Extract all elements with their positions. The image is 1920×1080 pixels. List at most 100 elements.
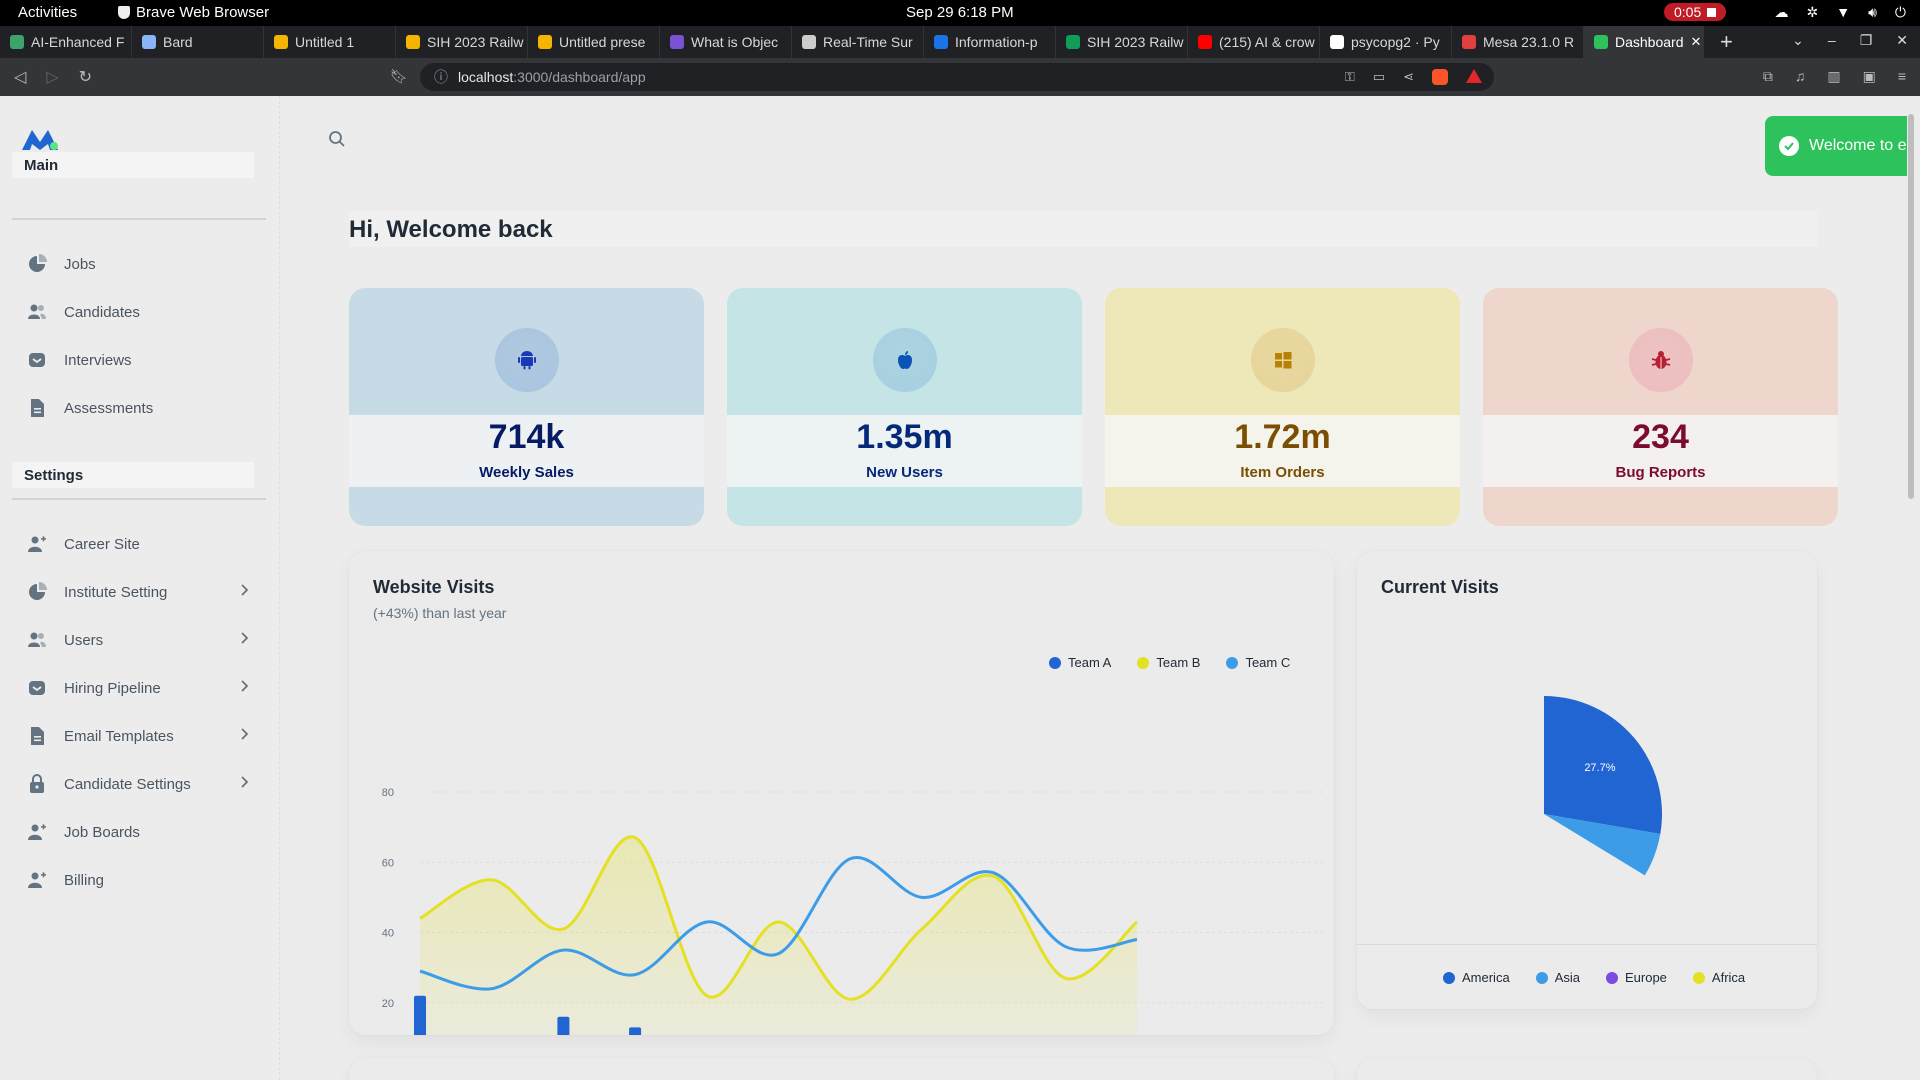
- browser-tab[interactable]: Untitled prese: [528, 26, 660, 58]
- browser-tab[interactable]: Real-Time Sur: [792, 26, 924, 58]
- scrollbar-thumb[interactable]: [1908, 114, 1914, 499]
- bookmark-icon[interactable]: 🔖︎: [390, 68, 408, 85]
- chevron-right-icon: [240, 583, 250, 601]
- sidebar-toggle-icon[interactable]: ▥: [1827, 68, 1840, 85]
- search-button[interactable]: [328, 130, 346, 153]
- reload-icon[interactable]: ↻: [79, 67, 92, 87]
- screen-recording-indicator[interactable]: 0:05: [1664, 3, 1727, 21]
- minimize-icon[interactable]: –: [1828, 32, 1836, 49]
- tab-title: Untitled 1: [295, 34, 355, 50]
- sidebar-item-label: Users: [64, 631, 104, 649]
- forward-icon[interactable]: ▷: [46, 67, 58, 87]
- url-path: :3000/dashboard/app: [513, 69, 646, 85]
- chevron-right-icon: [240, 631, 250, 649]
- tab-favicon-icon: [10, 35, 24, 49]
- sidebar-item-users[interactable]: Users: [12, 620, 266, 660]
- browser-tab[interactable]: SIH 2023 Railw: [396, 26, 528, 58]
- sidebar-item-label: Career Site: [64, 535, 140, 553]
- sidebar-item-billing[interactable]: Billing: [12, 860, 266, 900]
- tab-title: Untitled prese: [559, 34, 646, 50]
- person-add-icon: [26, 821, 48, 843]
- brave-rewards-icon[interactable]: [1466, 69, 1482, 83]
- legend-item[interactable]: America: [1443, 970, 1510, 985]
- tab-favicon-icon: [1066, 35, 1080, 49]
- inbox-icon: [26, 349, 48, 371]
- clock[interactable]: Sep 29 6:18 PM: [906, 4, 1014, 21]
- close-window-icon[interactable]: ✕: [1896, 32, 1908, 49]
- browser-tab[interactable]: Mesa 23.1.0 R: [1452, 26, 1584, 58]
- sidebar-item-job-boards[interactable]: Job Boards: [12, 812, 266, 852]
- stat-card-weekly-sales: 714k Weekly Sales: [349, 288, 704, 526]
- tab-favicon-icon: [274, 35, 288, 49]
- pie-chart-icon: [26, 581, 48, 603]
- browser-tab[interactable]: psycopg2 · Py: [1320, 26, 1452, 58]
- browser-tab[interactable]: SIH 2023 Railw: [1056, 26, 1188, 58]
- android-icon: [495, 328, 559, 392]
- system-tray[interactable]: ☁ ✲ ▼ 🔊︎ ⏻: [1775, 4, 1907, 21]
- media-icon[interactable]: ♫: [1795, 68, 1806, 85]
- tab-search-icon[interactable]: ⌄: [1792, 32, 1804, 49]
- person-add-icon: [26, 533, 48, 555]
- menu-icon[interactable]: ≡: [1898, 68, 1906, 85]
- sidebar-item-institute-setting[interactable]: Institute Setting: [12, 572, 266, 612]
- site-info-icon[interactable]: ⓘ: [434, 67, 448, 87]
- browser-tab[interactable]: What is Objec: [660, 26, 792, 58]
- new-tab-button[interactable]: +: [1720, 29, 1733, 55]
- sidebar-item-career-site[interactable]: Career Site: [12, 524, 266, 564]
- close-tab-icon[interactable]: ✕: [1691, 34, 1702, 50]
- chevron-right-icon: [240, 727, 250, 745]
- current-visits-card: Current Visits 27.7% America Asia Europe Af…: [1357, 551, 1817, 1009]
- tab-favicon-icon: [142, 35, 156, 49]
- section-settings-title: Settings: [12, 462, 254, 488]
- activities-button[interactable]: Activities: [18, 4, 77, 21]
- recording-time: 0:05: [1674, 4, 1702, 20]
- sidebar-item-jobs[interactable]: Jobs: [12, 244, 266, 284]
- share-icon[interactable]: ⋖: [1403, 69, 1414, 85]
- cast-icon[interactable]: ▭: [1373, 69, 1385, 85]
- document-icon: [26, 397, 48, 419]
- document-icon: [26, 725, 48, 747]
- sidebar-item-label: Assessments: [64, 399, 154, 417]
- sidebar-item-hiring-pipeline[interactable]: Hiring Pipeline: [12, 668, 266, 708]
- sidebar-item-candidates[interactable]: Candidates: [12, 292, 266, 332]
- wallet-icon[interactable]: ▣: [1863, 68, 1876, 85]
- tab-title: SIH 2023 Railw: [1087, 34, 1184, 50]
- legend-item[interactable]: Africa: [1692, 970, 1745, 985]
- brave-shields-icon[interactable]: [1432, 69, 1448, 85]
- website-visits-chart: 0204060802003Feb '03Mar '03Apr '03May '0…: [382, 787, 1323, 1035]
- page-scrollbar[interactable]: [1906, 96, 1916, 1080]
- current-visits-pie-chart: 27.7%: [1544, 696, 1662, 876]
- sidebar-item-assessments[interactable]: Assessments: [12, 388, 266, 428]
- sidebar-item-interviews[interactable]: Interviews: [12, 340, 266, 380]
- tab-title: (215) AI & crow: [1219, 34, 1315, 50]
- bar-team-a: [629, 1027, 642, 1035]
- legend-item[interactable]: Asia: [1535, 970, 1580, 985]
- app-menu[interactable]: Brave Web Browser: [118, 4, 269, 21]
- sidebar-item-candidate-settings[interactable]: Candidate Settings: [12, 764, 266, 804]
- logo-icon: [22, 130, 58, 150]
- restore-icon[interactable]: ❐: [1860, 32, 1873, 49]
- sidebar-item-email-templates[interactable]: Email Templates: [12, 716, 266, 756]
- back-icon[interactable]: ◁: [14, 67, 26, 87]
- brave-icon: [118, 6, 130, 19]
- welcome-toast[interactable]: Welcome to e: [1765, 116, 1907, 176]
- stop-icon: [1707, 7, 1717, 17]
- tab-title: What is Objec: [691, 34, 779, 50]
- browser-tab[interactable]: Untitled 1: [264, 26, 396, 58]
- browser-tab[interactable]: Bard: [132, 26, 264, 58]
- browser-tab[interactable]: Dashboard ✕: [1584, 26, 1704, 58]
- people-icon: [26, 301, 48, 323]
- browser-tab[interactable]: AI-Enhanced F: [0, 26, 132, 58]
- browser-tab[interactable]: Information-p: [924, 26, 1056, 58]
- stat-label: Bug Reports: [1615, 464, 1706, 481]
- pie-data-label: 27.7%: [1584, 762, 1615, 774]
- extensions-icon[interactable]: ⧉: [1763, 68, 1773, 85]
- legend-dot: [1443, 971, 1455, 984]
- address-bar[interactable]: ⓘ localhost:3000/dashboard/app ⚿ ▭ ⋖: [420, 63, 1494, 91]
- browser-tab[interactable]: (215) AI & crow: [1188, 26, 1320, 58]
- key-icon[interactable]: ⚿: [1345, 69, 1355, 85]
- y-tick-label: 40: [382, 928, 394, 940]
- tab-title: Dashboard: [1615, 34, 1684, 50]
- legend-item[interactable]: Europe: [1605, 970, 1667, 985]
- cloud-icon: ☁: [1774, 4, 1789, 20]
